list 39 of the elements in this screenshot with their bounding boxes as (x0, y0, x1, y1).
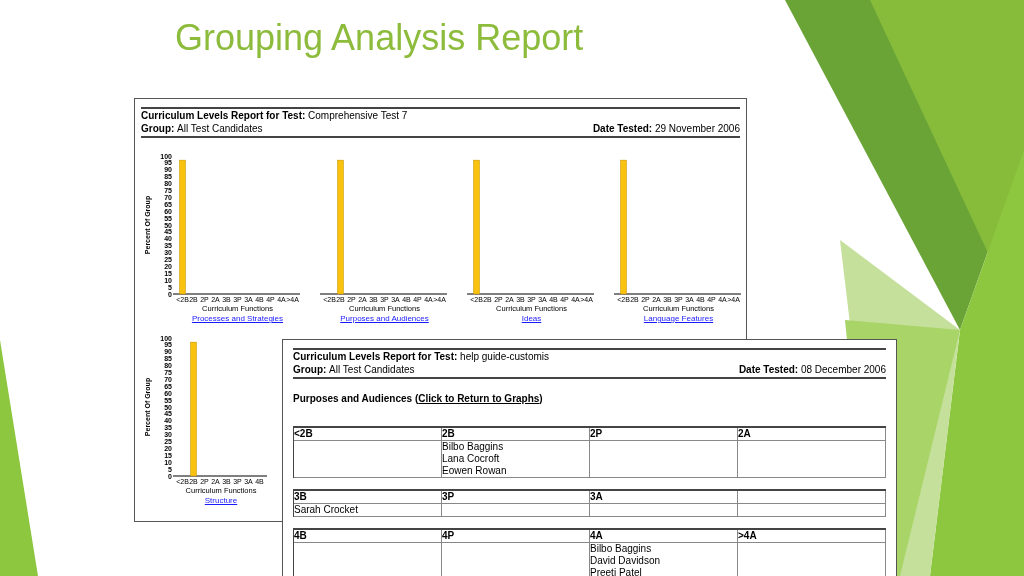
report-label: Curriculum Levels Report for Test: (141, 110, 307, 123)
column-header: <2B (294, 428, 442, 441)
chart-link[interactable]: Purposes and Audiences (334, 314, 435, 324)
group-value: All Test Candidates (177, 122, 263, 135)
group-value: All Test Candidates (329, 363, 415, 376)
column-header: 3A (590, 491, 738, 504)
group-label: Group: (141, 122, 176, 135)
test-name: Comprehensive Test 7 (308, 110, 408, 123)
column-header: 2A (738, 428, 886, 441)
group-label: Group: (293, 363, 328, 376)
section-title: Purposes and Audiences (293, 392, 414, 406)
chart-link[interactable]: Processes and Strategies (187, 314, 288, 324)
chart-link[interactable]: Language Features (628, 314, 729, 324)
date-label: Date Tested: (592, 122, 654, 135)
report-label: Curriculum Levels Report for Test: (293, 351, 459, 364)
student-name: David Davidson (590, 555, 662, 567)
student-name: Lana Cocroft (442, 453, 501, 465)
column-header: 4P (442, 530, 590, 543)
column-header: 4A (590, 530, 738, 543)
test-name: help guide-customis (460, 351, 549, 364)
date-value: 08 December 2006 (800, 363, 886, 376)
parenthesis: ) (539, 392, 543, 406)
column-header: 3B (294, 491, 442, 504)
parenthesis: ( (414, 392, 419, 406)
chart-link[interactable]: Structure (171, 496, 271, 506)
date-value: 29 November 2006 (654, 122, 740, 135)
student-name: Bilbo Baggins (442, 441, 505, 453)
chart-link[interactable]: Ideas (481, 314, 582, 324)
column-header: 2B (442, 428, 590, 441)
date-label: Date Tested: (738, 363, 800, 376)
column-header: 3P (442, 491, 590, 504)
student-name: Preeti Patel (590, 567, 643, 576)
student-name: Eowen Rowan (442, 465, 508, 477)
column-header: 2P (590, 428, 738, 441)
student-name: Sarah Crocket (294, 504, 359, 516)
slide-title: Grouping Analysis Report (175, 16, 584, 60)
student-name: Bilbo Baggins (590, 543, 653, 555)
column-header: >4A (738, 530, 886, 543)
column-header: 4B (294, 530, 442, 543)
